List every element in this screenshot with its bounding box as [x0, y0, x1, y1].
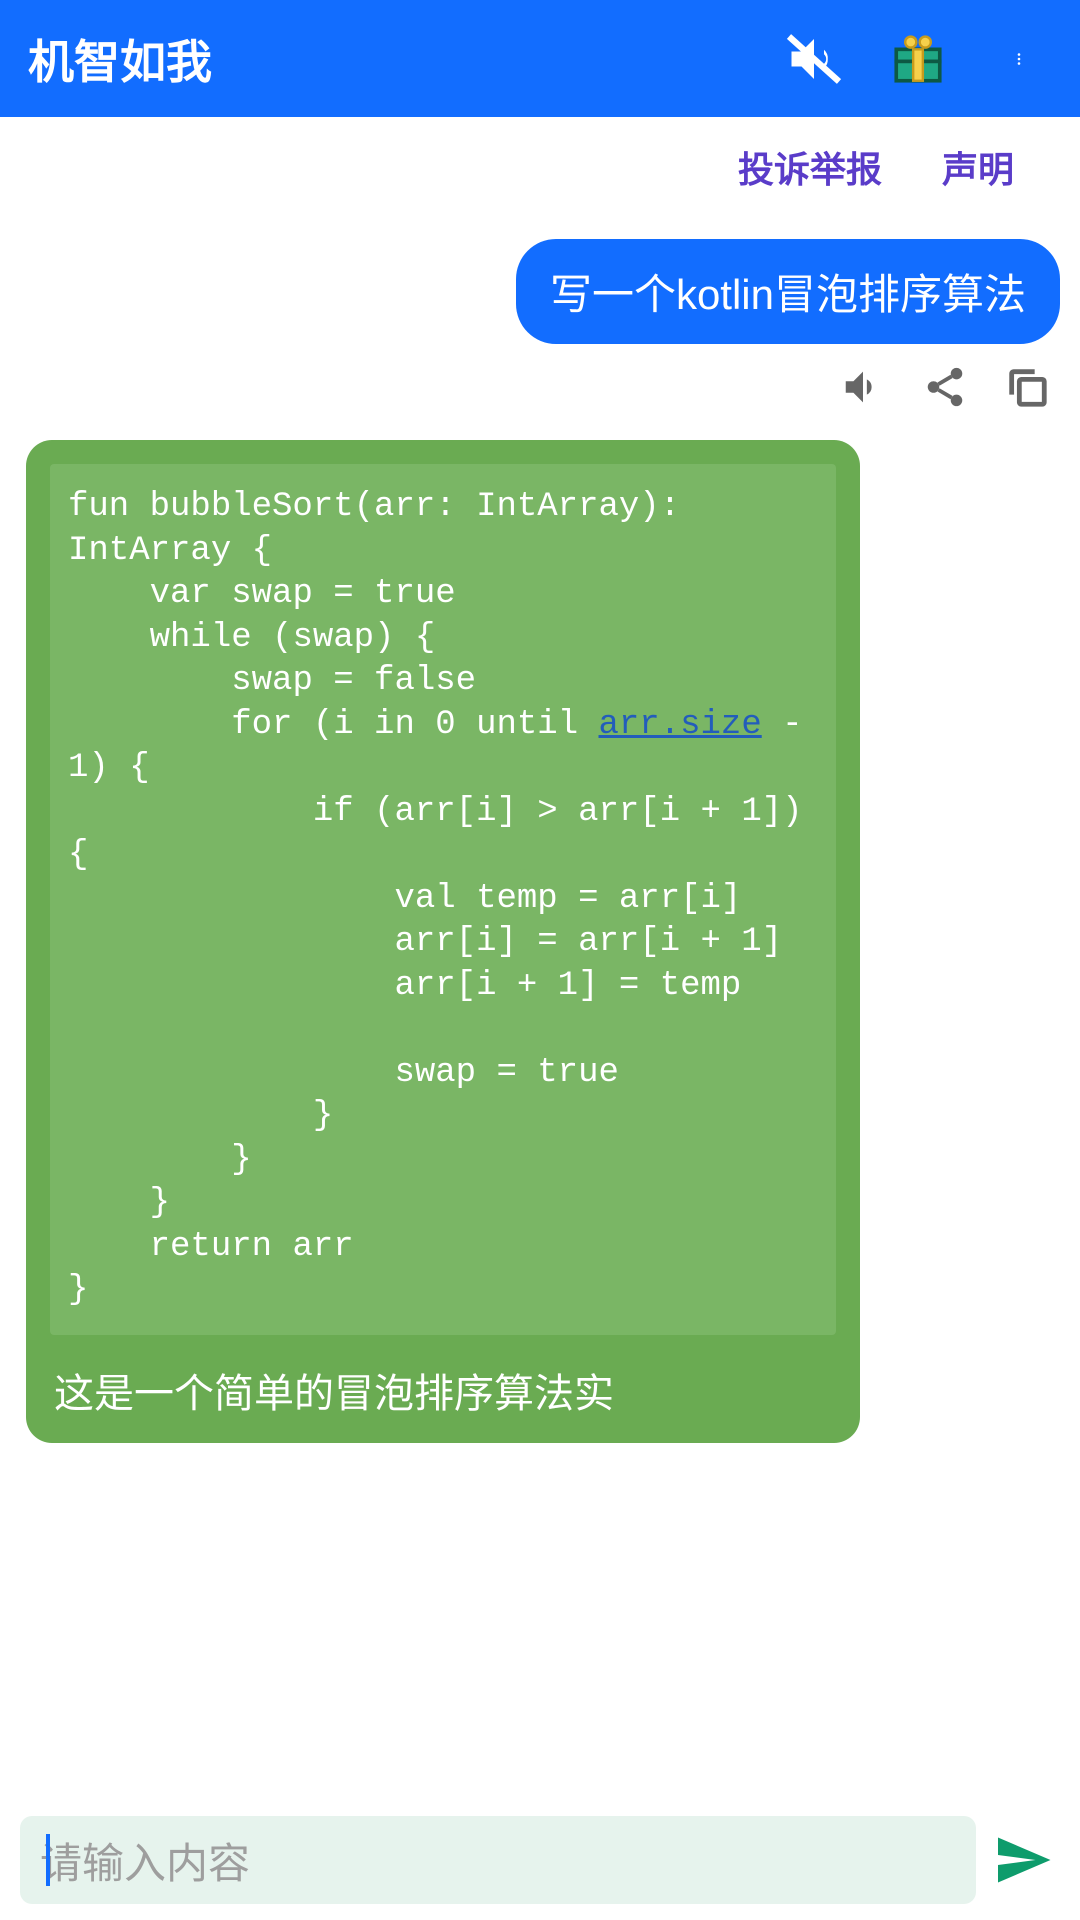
code-link[interactable]: arr.size [599, 706, 762, 744]
chat-area: 写一个kotlin冒泡排序算法 fun bubbleSort(arr: IntA… [0, 211, 1080, 1443]
declare-link[interactable]: 声明 [942, 141, 1014, 193]
text-cursor [46, 1834, 50, 1886]
user-message-row: 写一个kotlin冒泡排序算法 [20, 211, 1060, 350]
speaker-icon[interactable] [840, 364, 886, 410]
page-title: 机智如我 [28, 26, 784, 92]
report-link[interactable]: 投诉举报 [738, 141, 882, 193]
more-menu-icon[interactable] [992, 29, 1052, 89]
header-actions [784, 29, 1052, 89]
message-actions [20, 350, 1060, 440]
message-input[interactable]: 请输入内容 [20, 1816, 976, 1904]
send-button[interactable] [986, 1830, 1060, 1890]
share-icon[interactable] [922, 364, 968, 410]
mute-icon[interactable] [784, 29, 844, 89]
input-bar: 请输入内容 [0, 1800, 1080, 1920]
input-placeholder: 请输入内容 [40, 1830, 250, 1891]
user-message-bubble: 写一个kotlin冒泡排序算法 [516, 239, 1060, 344]
bot-explanation: 这是一个简单的冒泡排序算法实 [50, 1335, 836, 1419]
gift-icon[interactable] [888, 29, 948, 89]
code-block: fun bubbleSort(arr: IntArray): IntArray … [50, 464, 836, 1335]
copy-icon[interactable] [1004, 364, 1050, 410]
app-header: 机智如我 [0, 0, 1080, 117]
code-text: fun bubbleSort(arr: IntArray): IntArray … [68, 486, 826, 1313]
bot-message-bubble: fun bubbleSort(arr: IntArray): IntArray … [26, 440, 860, 1443]
top-links: 投诉举报 声明 [0, 117, 1080, 211]
